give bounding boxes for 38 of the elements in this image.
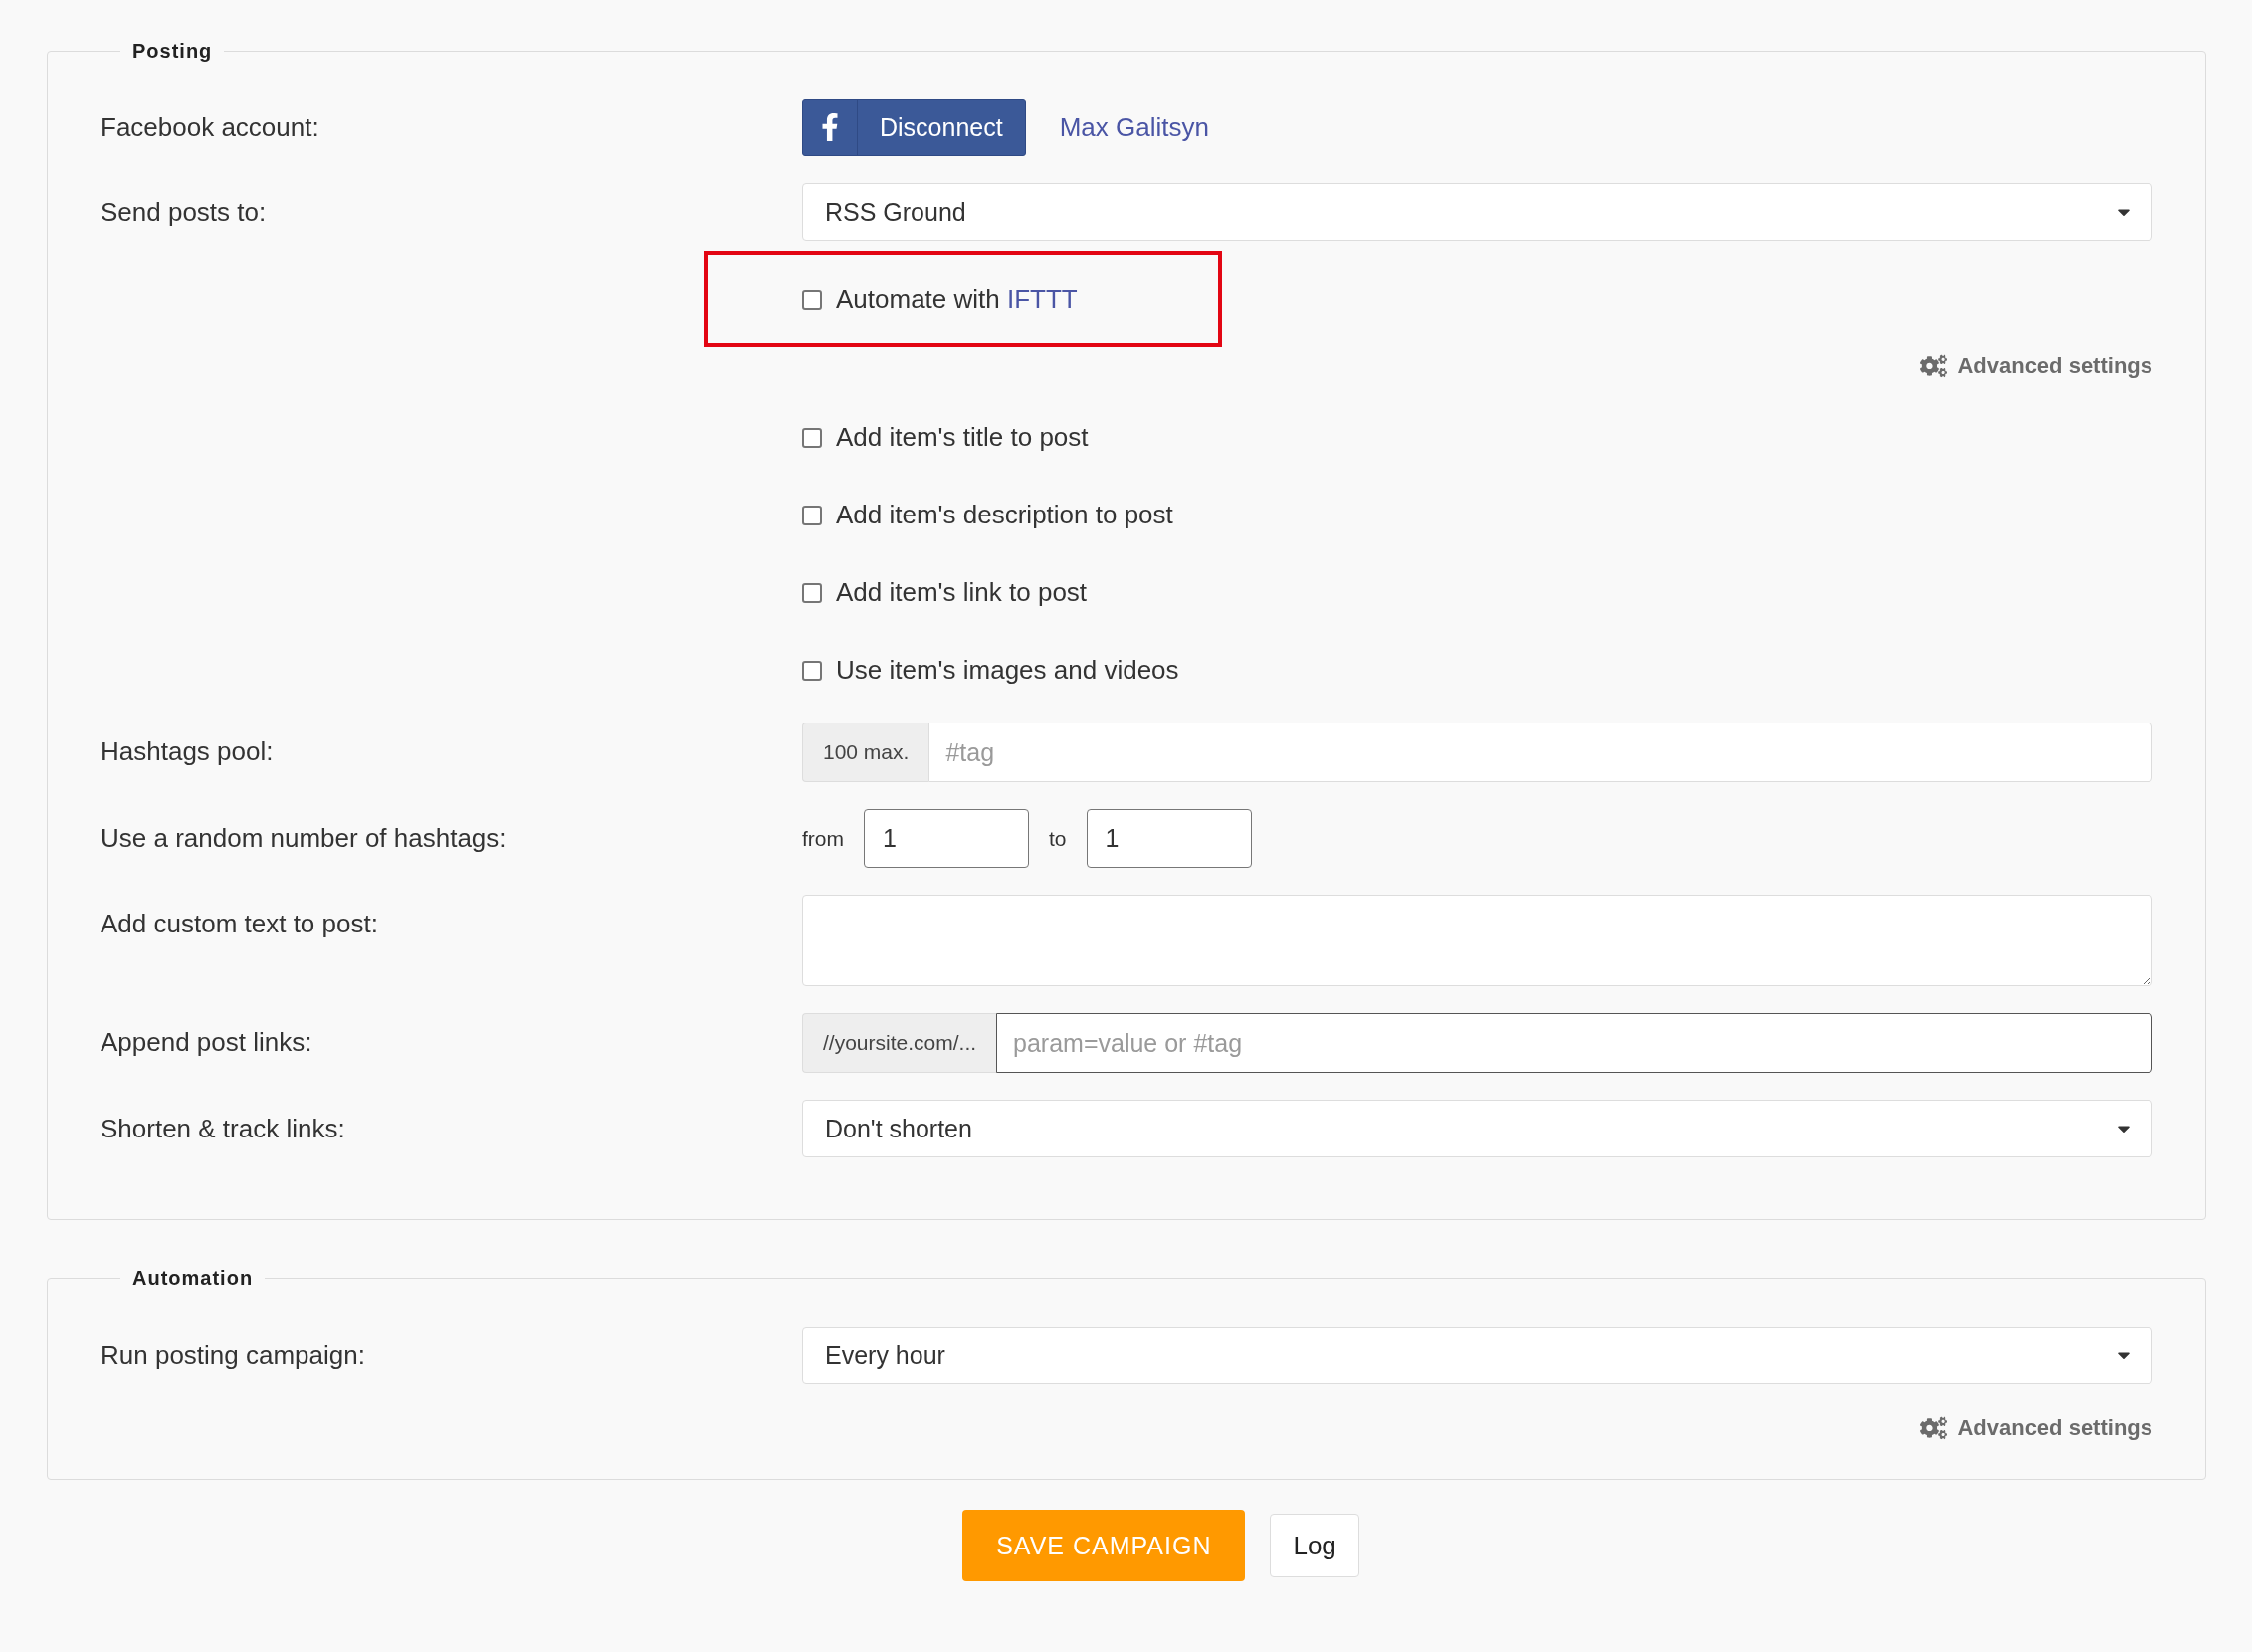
checkbox-label[interactable]: Add item's title to post	[836, 422, 1089, 453]
gears-icon	[1920, 1416, 1948, 1440]
section-legend: Posting	[120, 40, 225, 63]
advanced-settings-link[interactable]: Advanced settings	[1920, 347, 2152, 385]
field-label: Run posting campaign:	[101, 1340, 366, 1372]
checkbox-label[interactable]: Automate with IFTTT	[836, 284, 1078, 314]
select-field[interactable]: Don't shorten	[802, 1100, 2152, 1157]
log-button[interactable]: Log	[1270, 1514, 1359, 1577]
select-field[interactable]: Every hour	[802, 1327, 2152, 1384]
gears-icon	[1920, 354, 1948, 378]
checkbox-label[interactable]: Add item's link to post	[836, 577, 1088, 608]
checkbox-label[interactable]: Add item's description to post	[836, 500, 1173, 530]
field-label: Append post links:	[101, 1026, 313, 1059]
to-label: to	[1049, 826, 1067, 851]
ifttt-link[interactable]: IFTTT	[1007, 284, 1078, 313]
disconnect-button[interactable]: Disconnect	[802, 99, 1026, 156]
field-label: Use a random number of hashtags:	[101, 822, 508, 855]
checkbox[interactable]	[802, 660, 822, 681]
field-label: Add custom text to post:	[101, 908, 379, 940]
number-field[interactable]: 1	[864, 809, 1029, 868]
checkbox-label[interactable]: Use item's images and videos	[836, 655, 1179, 686]
input-addon: //yoursite.com/...	[802, 1013, 997, 1073]
checkbox[interactable]	[802, 582, 822, 603]
field-label: Hashtags pool:	[101, 735, 275, 768]
field-label: Send posts to:	[101, 196, 268, 229]
field-label: Shorten & track links:	[101, 1113, 346, 1145]
checkbox[interactable]	[802, 427, 822, 448]
select-field[interactable]: RSS Ground	[802, 183, 2152, 241]
checkbox[interactable]	[802, 505, 822, 525]
input-addon: 100 max.	[802, 723, 929, 782]
input-field[interactable]: param=value or #tag	[996, 1013, 2152, 1073]
section-legend: Automation	[120, 1267, 266, 1290]
advanced-settings-link[interactable]: Advanced settings	[1920, 1409, 2152, 1447]
from-label: from	[802, 826, 844, 851]
account-name-link[interactable]: Max Galitsyn	[1059, 111, 1209, 143]
checkbox[interactable]	[802, 289, 822, 310]
number-field[interactable]: 1	[1086, 809, 1252, 868]
field-label: Facebook account:	[101, 111, 320, 144]
